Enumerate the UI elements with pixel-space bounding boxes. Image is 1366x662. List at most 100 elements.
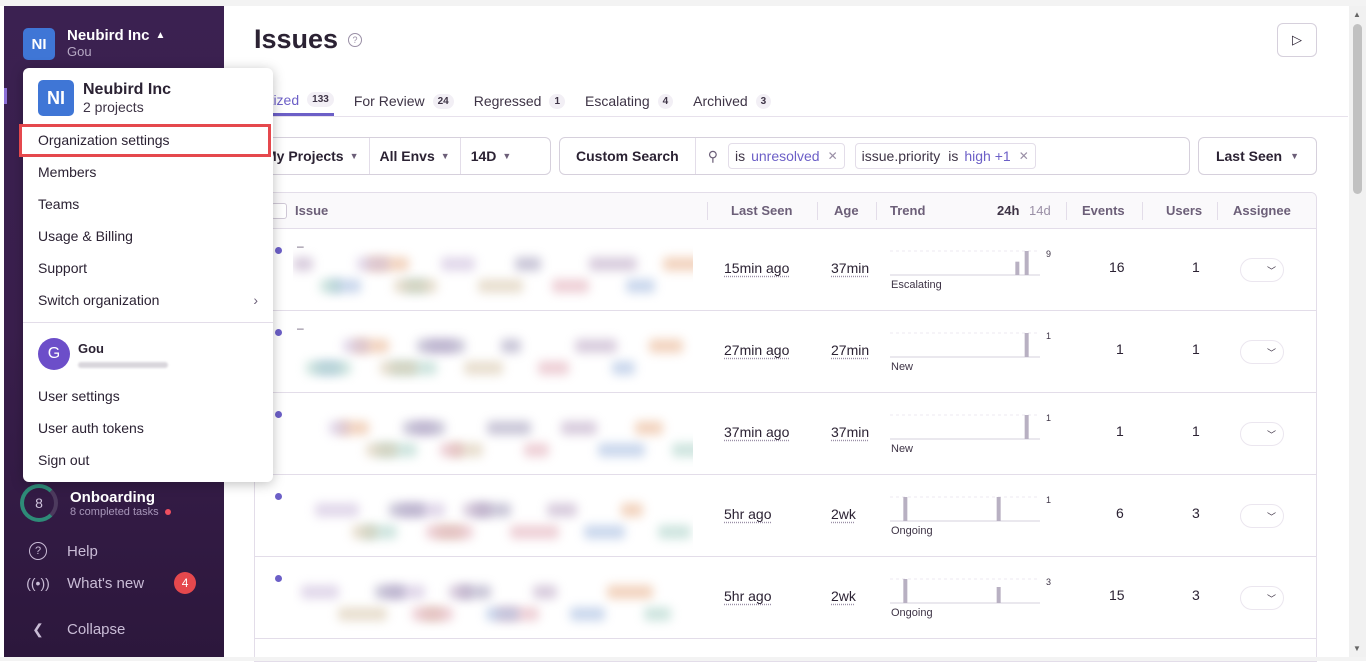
tab-for-review[interactable]: For Review 24 (354, 86, 454, 116)
help-link[interactable]: ? Help (28, 541, 98, 561)
redacted-blob (658, 525, 691, 539)
page-title: Issues (254, 24, 339, 54)
age-value[interactable]: 37min (831, 260, 869, 276)
page-title-row: Issues ? (254, 24, 363, 55)
issue-summary-redacted[interactable] (293, 243, 693, 303)
redacted-blob (626, 279, 655, 293)
unread-indicator (275, 411, 282, 418)
project-filter-label: My Projects (265, 148, 344, 164)
redacted-blob (533, 585, 557, 599)
assignee-selector[interactable]: ﹀ (1240, 340, 1284, 364)
remove-token-icon[interactable]: ✕ (1019, 149, 1029, 163)
search-token-status[interactable]: is unresolved ✕ (727, 143, 845, 169)
redacted-blob (366, 443, 397, 457)
events-value[interactable]: 15 (1109, 587, 1125, 603)
last-seen-value[interactable]: 37min ago (724, 424, 789, 440)
redacted-blob (463, 503, 491, 517)
custom-search-button[interactable]: Custom Search (560, 138, 696, 174)
menu-item-user-settings[interactable]: User settings (38, 386, 258, 406)
redacted-blob (515, 257, 541, 271)
col-events[interactable]: Events (1082, 203, 1125, 218)
scroll-down-arrow-icon[interactable]: ▼ (1353, 644, 1361, 653)
table-row[interactable]: 5hr ago 2wk 1 Ongoing 6 3 ﹀ (255, 475, 1316, 557)
tabs-divider (224, 116, 1348, 117)
env-filter[interactable]: All Envs ▼ (370, 138, 461, 174)
onboarding-panel[interactable]: 8 Onboarding 8 completed tasks (20, 484, 171, 522)
page-scrollbar[interactable]: ▲ ▼ (1349, 6, 1366, 657)
assignee-selector[interactable]: ﹀ (1240, 422, 1284, 446)
redacted-blob (663, 257, 693, 271)
table-row[interactable]: – 15min ago 37min 9 Escalating 16 1 ﹀ (255, 229, 1316, 311)
issue-summary-redacted[interactable] (293, 325, 693, 385)
last-seen-value[interactable]: 5hr ago (724, 506, 771, 522)
table-row[interactable]: 5hr ago 2wk 3 Ongoing 15 3 ﹀ (255, 557, 1316, 639)
last-seen-value[interactable]: 27min ago (724, 342, 789, 358)
last-seen-value[interactable]: 15min ago (724, 260, 789, 276)
redacted-blob (552, 279, 589, 293)
users-value[interactable]: 1 (1192, 423, 1200, 439)
age-value[interactable]: 27min (831, 342, 869, 358)
users-value[interactable]: 3 (1192, 587, 1200, 603)
remove-token-icon[interactable]: ✕ (828, 149, 838, 163)
col-age[interactable]: Age (834, 203, 859, 218)
events-value[interactable]: 6 (1116, 505, 1124, 521)
trend-label: New (891, 443, 914, 455)
menu-item-switch-organization[interactable]: Switch organization › (38, 290, 258, 310)
issue-search-bar[interactable]: Custom Search ⚲ is unresolved ✕ issue.pr… (559, 137, 1190, 175)
table-row[interactable]: – 27min ago 27min 1 New 1 1 ﹀ (255, 311, 1316, 393)
whats-new-link[interactable]: ((•)) What's new 4 (26, 572, 197, 594)
age-value[interactable]: 2wk (831, 588, 856, 604)
menu-item-user-auth-tokens[interactable]: User auth tokens (38, 418, 258, 438)
org-switcher[interactable]: NI Neubird Inc ▲ Gou (23, 28, 165, 60)
tab-regressed[interactable]: Regressed 1 (474, 86, 566, 116)
redacted-blob (607, 585, 653, 599)
assignee-selector[interactable]: ﹀ (1240, 504, 1284, 528)
sort-dropdown[interactable]: Last Seen ▼ (1198, 137, 1317, 175)
events-value[interactable]: 16 (1109, 259, 1125, 275)
select-all-checkbox[interactable] (271, 203, 287, 219)
period-filter[interactable]: 14D ▼ (461, 138, 522, 174)
whats-new-badge: 4 (174, 572, 197, 594)
redacted-blob (412, 607, 453, 621)
menu-item-usage-billing[interactable]: Usage & Billing (38, 226, 258, 246)
col-last-seen[interactable]: Last Seen (731, 203, 792, 218)
issue-summary-redacted[interactable] (293, 407, 693, 467)
assignee-selector[interactable]: ﹀ (1240, 586, 1284, 610)
play-button[interactable]: ▷ (1277, 23, 1317, 57)
tab-escalating[interactable]: Escalating 4 (585, 86, 674, 116)
redacted-blob (403, 421, 445, 435)
events-value[interactable]: 1 (1116, 423, 1124, 439)
tab-archived[interactable]: Archived 3 (693, 86, 772, 116)
assignee-selector[interactable]: ﹀ (1240, 258, 1284, 282)
trend-14d-toggle[interactable]: 14d (1029, 203, 1051, 218)
last-seen-value[interactable]: 5hr ago (724, 588, 771, 604)
table-row[interactable]: 37min ago 37min 1 New 1 1 ﹀ (255, 393, 1316, 475)
collapse-button[interactable]: ❮ Collapse (28, 619, 125, 639)
menu-item-members[interactable]: Members (38, 162, 258, 182)
redacted-blob (487, 421, 531, 435)
scroll-thumb[interactable] (1353, 24, 1362, 194)
chevron-down-icon: ▼ (440, 151, 450, 161)
sparkline-bar (903, 497, 908, 521)
issue-summary-redacted[interactable] (293, 571, 693, 631)
users-value[interactable]: 3 (1192, 505, 1200, 521)
onboarding-title: Onboarding (70, 488, 155, 506)
col-users[interactable]: Users (1166, 203, 1202, 218)
question-icon[interactable]: ? (348, 32, 363, 47)
age-value[interactable]: 37min (831, 424, 869, 440)
scroll-up-arrow-icon[interactable]: ▲ (1353, 10, 1361, 19)
users-value[interactable]: 1 (1192, 341, 1200, 357)
menu-item-organization-settings[interactable]: Organization settings (38, 130, 258, 150)
org-name-row: Neubird Inc ▲ (67, 28, 165, 44)
menu-item-support[interactable]: Support (38, 258, 258, 278)
menu-item-sign-out[interactable]: Sign out (38, 450, 258, 470)
issue-summary-redacted[interactable] (293, 489, 693, 549)
search-token-priority[interactable]: issue.priority is high +1 ✕ (854, 143, 1036, 169)
redacted-blob (478, 279, 523, 293)
events-value[interactable]: 1 (1116, 341, 1124, 357)
menu-item-teams[interactable]: Teams (38, 194, 258, 214)
users-value[interactable]: 1 (1192, 259, 1200, 275)
chevron-up-icon: ▲ (155, 30, 166, 41)
trend-24h-toggle[interactable]: 24h (997, 203, 1019, 218)
age-value[interactable]: 2wk (831, 506, 856, 522)
